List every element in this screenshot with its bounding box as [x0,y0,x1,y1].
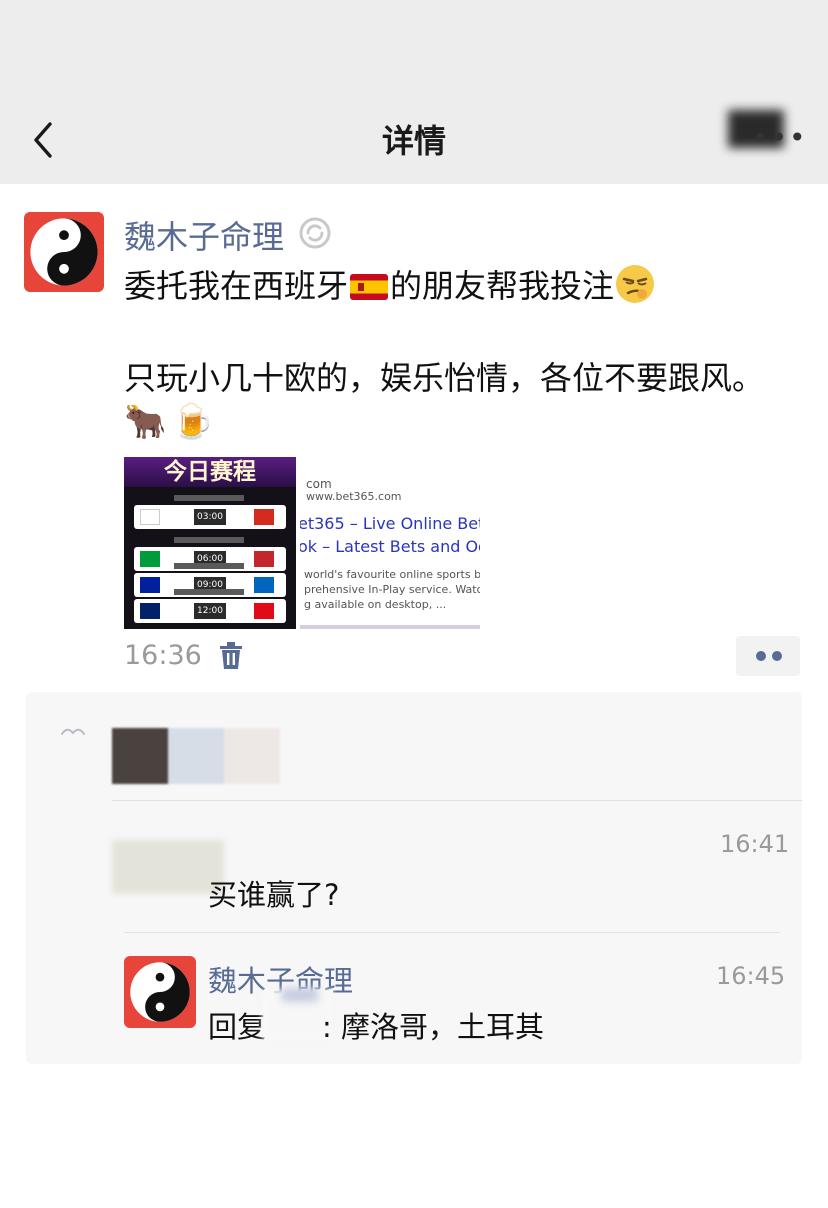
flag-icon [140,551,160,567]
post-text: 委托我在西班牙 的朋友帮我投注 只玩小几十欧的，娱乐怡情，各位不要跟风。 [124,262,814,402]
yin-yang-icon [30,218,98,286]
liker-avatar[interactable] [168,728,224,784]
post-time: 16:36 [124,640,202,671]
beer-icon: 🍺 [171,402,214,442]
divider [112,800,802,801]
match-row: 03:00 [134,505,286,529]
match-time: 03:00 [194,509,226,525]
link-desc-line1: world's favourite online sports bett [304,568,480,581]
flag-icon [140,577,160,593]
reply-author-avatar[interactable] [124,956,196,1028]
comment-time: 16:45 [716,962,786,990]
reply-text[interactable]: : 摩洛哥，土耳其 [322,1004,544,1046]
flag-icon [140,509,160,525]
schedule-image[interactable]: 今日赛程 03:00 06:00 09:00 12:00 [124,457,296,629]
yin-yang-icon [130,962,190,1022]
more-button[interactable]: ••• [724,108,806,156]
flag-icon [140,603,160,619]
match-date-bar [174,563,244,569]
link-url: www.bet365.com [306,490,402,503]
match-date-bar [174,537,244,543]
link-title-line2: ok – Latest Bets and Od [300,537,480,556]
ox-icon: 🐂 [124,402,167,442]
match-row: 12:00 [134,599,286,623]
link-preview-image[interactable]: com www.bet365.com et365 – Live Online B… [300,457,480,629]
liker-avatar[interactable] [224,728,280,784]
post-text-line1-b: 的朋友帮我投注 [390,267,615,305]
more-icon: ••• [752,121,808,154]
link-domain: com [306,477,332,491]
smirk-face-icon [616,265,655,303]
refresh-badge-icon [299,217,331,249]
liker-avatars [112,728,280,784]
trash-icon[interactable] [218,642,244,670]
post-emojis: 🐂 🍺 [124,400,214,444]
liker-avatar[interactable] [112,728,168,784]
schedule-title: 今日赛程 [124,457,296,487]
match-time: 12:00 [194,603,226,619]
dot-icon [772,651,782,661]
flag-icon [254,577,274,593]
redacted-name-tint [282,988,318,1002]
heart-like-icon [61,728,85,735]
link-desc-line3: g available on desktop, ... [304,598,447,611]
comment-time: 16:41 [720,830,790,858]
page-title: 详情 [381,122,446,160]
flag-icon [254,551,274,567]
comment-text[interactable]: 买谁赢了? [208,872,339,914]
match-date-bar [174,495,244,501]
dot-icon [756,651,766,661]
spain-flag-icon [350,274,389,300]
link-desc-line2: prehensive In-Play service. Watch [304,583,480,596]
nav-header: 详情 ••• [0,0,828,184]
divider [124,932,780,933]
reply-prefix: 回复 [208,1010,267,1044]
flag-icon [254,509,274,525]
author-avatar[interactable] [24,212,104,292]
match-date-bar [174,589,244,595]
post-text-line1-a: 委托我在西班牙 [124,267,349,305]
link-title-line1: et365 – Live Online Bet [300,514,480,533]
flag-icon [254,603,274,619]
post-author-name[interactable]: 魏木子命理 [124,212,284,258]
comment-like-action-button[interactable] [736,636,800,676]
post-text-line2: 只玩小几十欧的，娱乐怡情，各位不要跟风。 [124,359,765,397]
